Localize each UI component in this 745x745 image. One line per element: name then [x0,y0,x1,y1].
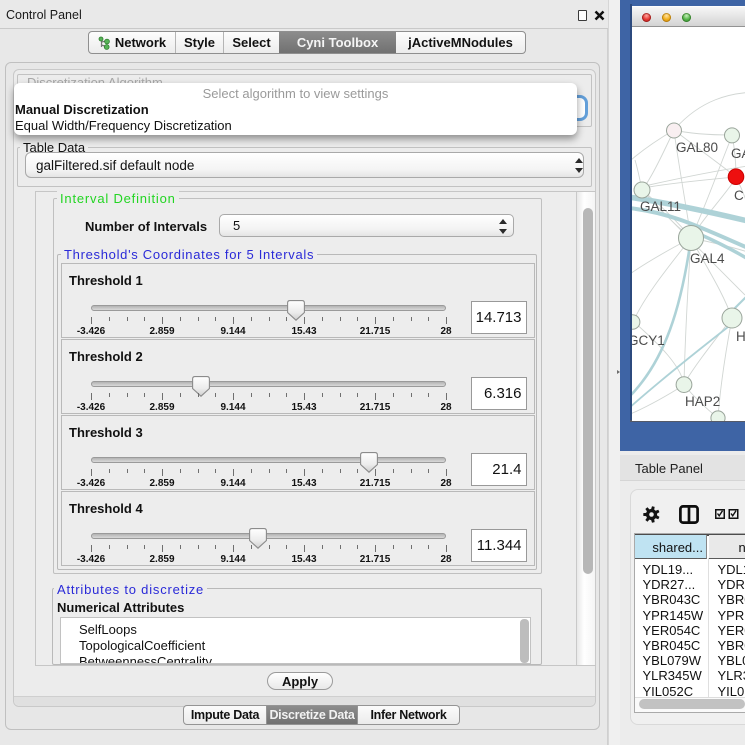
svg-text:C: C [734,188,744,203]
svg-text:GAL80: GAL80 [676,140,718,155]
svg-text:GAL11: GAL11 [640,199,681,214]
svg-text:GA: GA [731,146,745,161]
svg-text:HAP2: HAP2 [685,394,720,409]
svg-text:GAL4: GAL4 [690,251,725,266]
svg-text:GCY1: GCY1 [632,333,665,348]
svg-text:H: H [736,329,745,344]
